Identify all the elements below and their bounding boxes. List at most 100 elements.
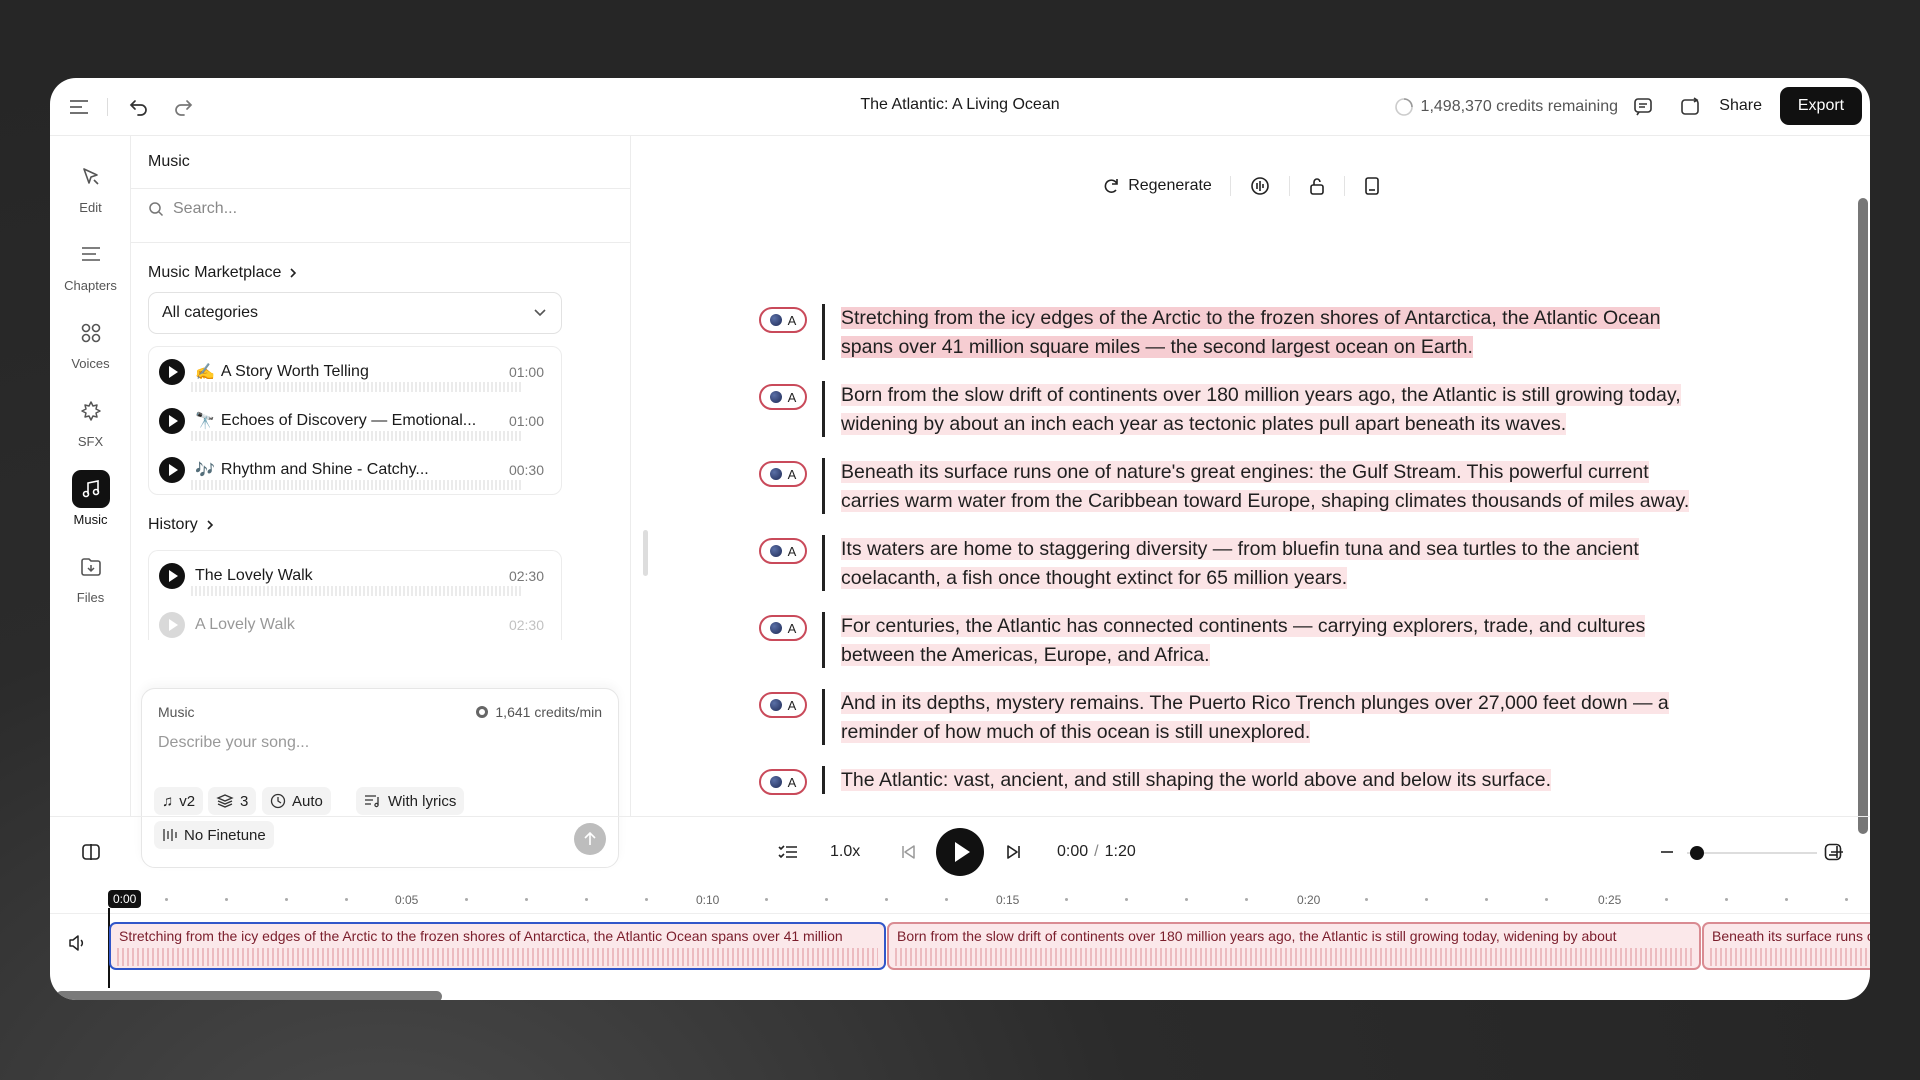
lock-button[interactable]: [1290, 172, 1344, 200]
sfx-icon: [72, 392, 110, 430]
tick-dot: [345, 898, 348, 901]
timeline-scrollbar[interactable]: [56, 991, 442, 1000]
speaker-label: A: [787, 312, 797, 328]
timeline-ruler[interactable]: 0:05 0:10 0:15 0:20 0:25: [50, 886, 1870, 914]
play-icon[interactable]: [159, 407, 185, 434]
split-view-icon[interactable]: [78, 839, 104, 865]
paragraph-text[interactable]: The Atlantic: vast, ancient, and still s…: [841, 766, 1551, 795]
music-panel: Music Search... Music Marketplace All ca…: [131, 136, 631, 868]
paragraph-line: Its waters are home to staggering divers…: [841, 538, 1639, 560]
editor-scrollbar[interactable]: [1858, 198, 1868, 834]
skip-forward-icon[interactable]: [1001, 839, 1027, 865]
export-button[interactable]: Export: [1780, 87, 1862, 125]
play-icon[interactable]: [159, 456, 185, 483]
paragraph[interactable]: A For centuries, the Atlantic has connec…: [759, 612, 1859, 670]
nav-item-edit[interactable]: Edit: [50, 158, 131, 215]
nav-item-chapters[interactable]: Chapters: [50, 236, 131, 293]
regenerate-button[interactable]: Regenerate: [1083, 172, 1230, 200]
edit-icon: [72, 158, 110, 196]
speaker-badge[interactable]: A: [759, 769, 807, 795]
clip-waveform: [117, 948, 878, 966]
comment-icon[interactable]: [1628, 92, 1658, 122]
paragraph[interactable]: A Beneath its surface runs one of nature…: [759, 458, 1859, 516]
playlist-icon[interactable]: [775, 839, 801, 865]
current-time: 0:00: [1057, 843, 1089, 860]
waveform: [191, 480, 521, 490]
playhead-time[interactable]: 0:00: [108, 890, 142, 908]
track-item[interactable]: 🔭 Echoes of Discovery — Emotional... 01:…: [149, 396, 561, 445]
paragraph[interactable]: A Stretching from the icy edges of the A…: [759, 304, 1859, 362]
history-label: History: [148, 516, 198, 533]
zoom-slider-handle[interactable]: [1690, 846, 1704, 860]
refresh-icon: [1104, 179, 1118, 193]
tick-dot: [165, 898, 168, 901]
nav-item-sfx[interactable]: SFX: [50, 392, 131, 449]
paragraph[interactable]: A And in its depths, mystery remains. Th…: [759, 689, 1859, 747]
count-chip[interactable]: 3: [208, 787, 257, 815]
paragraph[interactable]: A Born from the slow drift of continents…: [759, 381, 1859, 439]
search-input[interactable]: Search...: [148, 200, 237, 218]
nav-item-music[interactable]: Music: [50, 470, 131, 527]
tick-label: 0:25: [1598, 893, 1622, 907]
paragraph-bar: [822, 535, 825, 591]
song-description-input[interactable]: Describe your song...: [158, 734, 309, 752]
timeline-clip[interactable]: Beneath its surface runs one of nature's…: [1702, 922, 1870, 970]
model-value: v2: [179, 792, 196, 810]
paragraph[interactable]: A The Atlantic: vast, ancient, and still…: [759, 766, 1859, 795]
sync-icon[interactable]: [1675, 92, 1705, 122]
nav-item-files[interactable]: Files: [50, 548, 131, 605]
playback-speed[interactable]: 1.0x: [830, 839, 860, 865]
paragraph-text[interactable]: And in its depths, mystery remains. The …: [841, 689, 1669, 747]
paragraph-text[interactable]: For centuries, the Atlantic has connecte…: [841, 612, 1646, 670]
speaker-badge[interactable]: A: [759, 615, 807, 641]
subtitles-icon[interactable]: [1820, 839, 1846, 865]
history-link[interactable]: History: [148, 516, 214, 534]
nav-item-voices[interactable]: Voices: [50, 314, 131, 371]
model-chip[interactable]: ♫ v2: [154, 787, 204, 815]
paragraph-text[interactable]: Stretching from the icy edges of the Arc…: [841, 304, 1661, 362]
speaker-badge[interactable]: A: [759, 461, 807, 487]
history-item[interactable]: The Lovely Walk 02:30: [149, 551, 561, 600]
paragraph-text[interactable]: Beneath its surface runs one of nature's…: [841, 458, 1690, 516]
volume-icon[interactable]: [64, 930, 90, 956]
history-item[interactable]: A Lovely Walk 02:30: [149, 600, 561, 640]
voices-icon: [72, 314, 110, 352]
speaker-badge[interactable]: A: [759, 692, 807, 718]
category-select[interactable]: All categories: [148, 292, 562, 334]
tick-dot: [1545, 898, 1548, 901]
paragraph-line: spans over 41 million square miles — the…: [841, 336, 1473, 358]
paragraph-text[interactable]: Born from the slow drift of continents o…: [841, 381, 1681, 439]
time-readout: 0:00 / 1:20: [1057, 839, 1136, 865]
speaker-badge[interactable]: A: [759, 384, 807, 410]
zoom-slider[interactable]: [1687, 852, 1817, 854]
layers-icon: [216, 794, 234, 808]
voice-avatar: [769, 314, 782, 326]
play-icon[interactable]: [159, 358, 185, 385]
play-icon[interactable]: [159, 611, 185, 638]
speaker-badge[interactable]: A: [759, 538, 807, 564]
marketplace-link[interactable]: Music Marketplace: [148, 264, 297, 282]
voice-settings-button[interactable]: [1231, 172, 1289, 200]
speaker-badge[interactable]: A: [759, 307, 807, 333]
top-bar: The Atlantic: A Living Ocean 1,498,370 c…: [50, 78, 1870, 136]
timeline-clip[interactable]: Born from the slow drift of continents o…: [887, 922, 1701, 970]
tick-dot: [585, 898, 588, 901]
share-button[interactable]: Share: [1719, 97, 1762, 115]
play-button[interactable]: [936, 828, 984, 876]
skip-back-icon[interactable]: [895, 839, 921, 865]
tick-dot: [225, 898, 228, 901]
paragraph-line: For centuries, the Atlantic has connecte…: [841, 615, 1646, 637]
paragraph[interactable]: A Its waters are home to staggering dive…: [759, 535, 1859, 593]
lyrics-chip[interactable]: With lyrics: [356, 787, 465, 815]
track-item[interactable]: 🎶 Rhythm and Shine - Catchy... 00:30: [149, 445, 561, 494]
zoom-out-icon[interactable]: [1656, 839, 1678, 865]
search-icon: [149, 202, 164, 217]
copy-button[interactable]: [1345, 172, 1399, 200]
paragraph-text[interactable]: Its waters are home to staggering divers…: [841, 535, 1639, 593]
timeline[interactable]: 0:05 0:10 0:15 0:20 0:25 0:00 Stretching…: [50, 886, 1870, 1000]
play-icon[interactable]: [159, 562, 185, 589]
timeline-clip[interactable]: Stretching from the icy edges of the Arc…: [109, 922, 886, 970]
tick-dot: [1485, 898, 1488, 901]
length-chip[interactable]: Auto: [262, 787, 331, 815]
track-item[interactable]: ✍️ A Story Worth Telling 01:00: [149, 347, 561, 396]
